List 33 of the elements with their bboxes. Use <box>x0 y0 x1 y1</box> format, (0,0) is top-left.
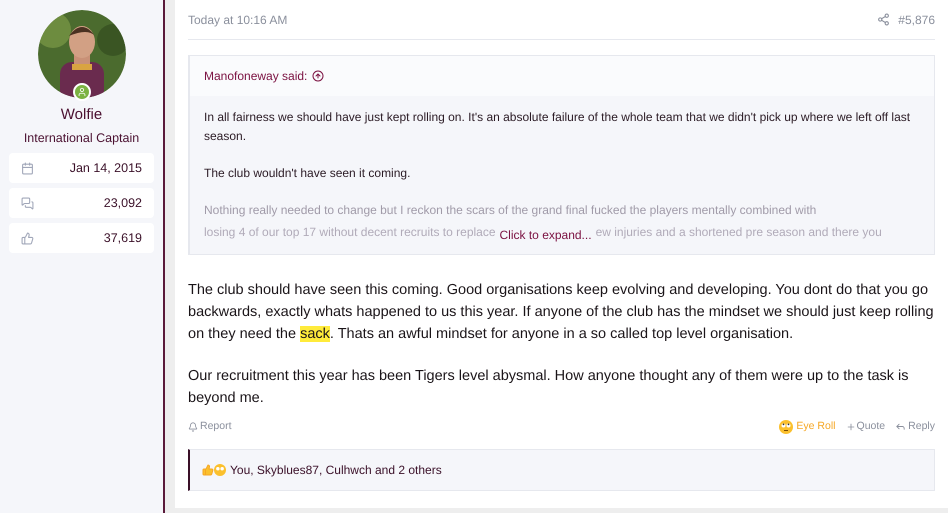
reply-button[interactable]: Reply <box>895 419 935 435</box>
post-time[interactable]: Today at 10:16 AM <box>188 10 288 28</box>
username[interactable]: Wolfie <box>60 104 102 126</box>
faded-quote-line: ew injuries and a shortened pre season and there you <box>596 224 882 240</box>
faded-quote-line: Nothing really needed to change but I reckon the scars of the grand final fucked the players mentally combined with <box>204 202 816 219</box>
post-paragraph: Our recruitment this year has been Tigers level abysmal. How anyone thought any of them were up to the task is beyond me. <box>188 367 910 408</box>
post-paragraph: The club should have seen this coming. Good organisations keep evolving and developing. You dont do that you go backwards, exactly whats happened to us this year. If anyone of the club has the mindset we should just keep rolling on they need the sack. Thats an awful mindset for anyone in a so called top level organisation. <box>188 281 935 344</box>
eye-roll-emoji-icon <box>214 464 226 476</box>
quote-author[interactable]: Manofoneway said: <box>204 67 308 85</box>
thumbs-up-icon <box>202 464 214 476</box>
stat-value: 23,092 <box>104 194 142 212</box>
reply-arrow-icon <box>895 421 906 432</box>
calendar-icon <box>21 162 34 175</box>
expand-link[interactable]: Click to expand... <box>500 220 592 244</box>
quote-paragraph: In all fairness we should have just kept rolling on. It's an absolute failure of the whole team that we didn't pick up where we left off last season. <box>204 109 912 145</box>
quote-paragraph: The club wouldn't have seen it coming. <box>204 165 412 182</box>
stat-value: 37,619 <box>104 230 142 247</box>
stat-value: Jan 14, 2015 <box>70 160 142 177</box>
thumbs-up-icon <box>21 232 34 245</box>
plus-icon <box>846 422 856 432</box>
post-number[interactable]: #5,876 <box>898 10 935 28</box>
user-title: International Captain <box>24 130 140 147</box>
reaction-button[interactable]: Eye Roll <box>779 419 836 435</box>
share-icon[interactable] <box>877 13 890 26</box>
reactions-summary: You, Skyblues87, Culhwch and 2 others <box>230 462 442 479</box>
chat-icon <box>21 196 34 210</box>
bell-icon <box>188 422 198 432</box>
faded-quote-line: losing 4 of our top 17 without decent recruits to replace <box>204 224 496 240</box>
report-link[interactable]: Report <box>188 419 232 435</box>
go-to-quote-icon[interactable] <box>312 70 324 82</box>
quote-button[interactable]: Quote <box>846 419 886 435</box>
eye-roll-emoji-icon <box>779 420 794 434</box>
reactions-bar[interactable]: You, Skyblues87, Culhwch and 2 others <box>188 448 935 491</box>
